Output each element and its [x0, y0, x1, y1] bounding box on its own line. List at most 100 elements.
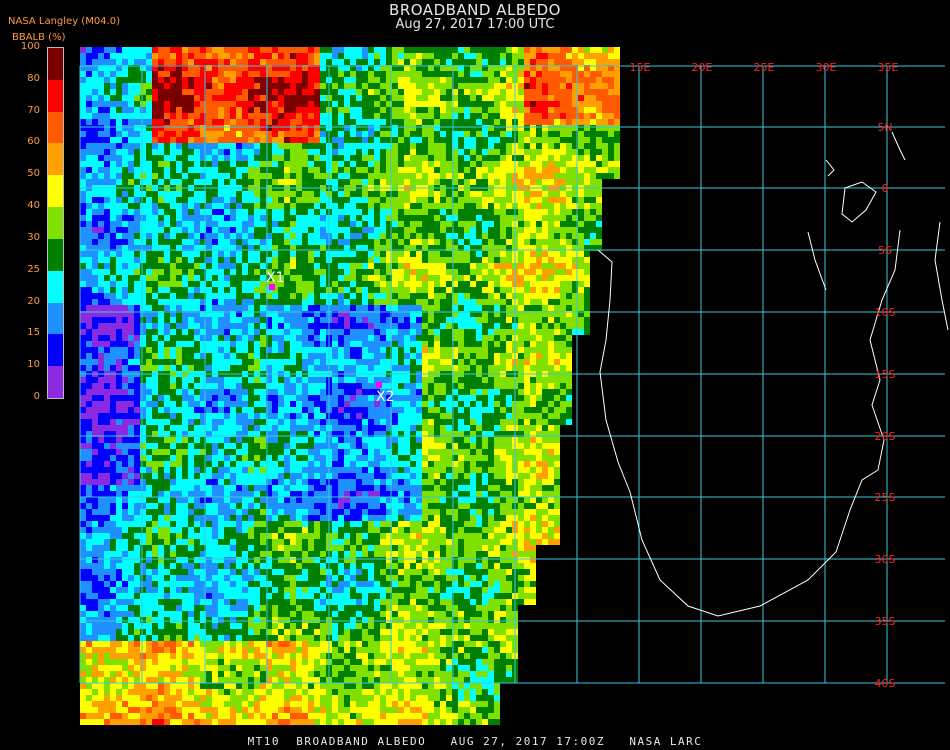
albedo-cell — [194, 125, 200, 131]
albedo-cell — [554, 59, 560, 65]
albedo-cell — [92, 197, 98, 203]
albedo-cell — [296, 203, 302, 209]
albedo-cell — [314, 281, 320, 287]
albedo-cell — [122, 389, 128, 395]
albedo-cell — [248, 269, 254, 275]
albedo-cell — [338, 119, 344, 125]
albedo-cell — [98, 335, 104, 341]
albedo-cell — [554, 191, 560, 197]
albedo-cell — [470, 149, 476, 155]
albedo-cell — [308, 341, 314, 347]
albedo-cell — [584, 191, 590, 197]
albedo-cell — [398, 107, 404, 113]
albedo-cell — [368, 251, 374, 257]
albedo-cell — [128, 269, 134, 275]
albedo-cell — [128, 281, 134, 287]
albedo-cell — [422, 83, 428, 89]
albedo-cell — [536, 125, 542, 131]
albedo-cell — [116, 305, 122, 311]
albedo-cell — [584, 53, 590, 59]
albedo-cell — [470, 383, 476, 389]
albedo-cell — [476, 323, 482, 329]
albedo-cell — [434, 323, 440, 329]
albedo-cell — [440, 143, 446, 149]
albedo-cell — [584, 59, 590, 65]
albedo-cell — [104, 341, 110, 347]
albedo-cell — [320, 227, 326, 233]
albedo-cell — [206, 377, 212, 383]
albedo-cell — [350, 161, 356, 167]
albedo-cell — [284, 155, 290, 161]
albedo-cell — [530, 323, 536, 329]
albedo-cell — [590, 161, 596, 167]
albedo-cell — [296, 317, 302, 323]
albedo-cell — [368, 287, 374, 293]
albedo-cell — [194, 143, 200, 149]
albedo-cell — [608, 167, 614, 173]
albedo-cell — [230, 293, 236, 299]
albedo-cell — [290, 305, 296, 311]
albedo-cell — [290, 83, 296, 89]
albedo-cell — [506, 347, 512, 353]
albedo-cell — [122, 251, 128, 257]
albedo-cell — [314, 377, 320, 383]
albedo-cell — [482, 329, 488, 335]
albedo-cell — [194, 71, 200, 77]
albedo-cell — [506, 323, 512, 329]
albedo-cell — [122, 233, 128, 239]
albedo-cell — [398, 251, 404, 257]
albedo-cell — [338, 257, 344, 263]
albedo-cell — [320, 71, 326, 77]
albedo-cell — [458, 275, 464, 281]
albedo-cell — [236, 275, 242, 281]
albedo-cell — [404, 269, 410, 275]
albedo-cell — [164, 107, 170, 113]
albedo-cell — [416, 197, 422, 203]
albedo-cell — [578, 137, 584, 143]
albedo-cell — [338, 167, 344, 173]
albedo-cell — [368, 329, 374, 335]
albedo-cell — [464, 119, 470, 125]
albedo-cell — [530, 293, 536, 299]
albedo-cell — [140, 167, 146, 173]
albedo-cell — [356, 95, 362, 101]
albedo-cell — [524, 95, 530, 101]
albedo-cell — [482, 239, 488, 245]
albedo-cell — [410, 131, 416, 137]
albedo-cell — [350, 179, 356, 185]
albedo-cell — [356, 293, 362, 299]
albedo-cell — [428, 215, 434, 221]
albedo-cell — [440, 323, 446, 329]
albedo-cell — [350, 251, 356, 257]
albedo-cell — [524, 293, 530, 299]
albedo-cell — [86, 59, 92, 65]
albedo-cell — [278, 263, 284, 269]
albedo-cell — [212, 299, 218, 305]
albedo-cell — [320, 263, 326, 269]
albedo-cell — [164, 341, 170, 347]
albedo-cell — [206, 239, 212, 245]
albedo-cell — [392, 377, 398, 383]
albedo-cell — [104, 215, 110, 221]
albedo-cell — [170, 113, 176, 119]
albedo-cell — [128, 155, 134, 161]
albedo-cell — [134, 275, 140, 281]
albedo-cell — [344, 113, 350, 119]
albedo-cell — [332, 137, 338, 143]
albedo-cell — [146, 377, 152, 383]
albedo-cell — [116, 323, 122, 329]
albedo-cell — [206, 83, 212, 89]
albedo-cell — [146, 131, 152, 137]
albedo-cell — [278, 155, 284, 161]
albedo-cell — [524, 77, 530, 83]
albedo-cell — [590, 137, 596, 143]
albedo-cell — [422, 95, 428, 101]
albedo-cell — [158, 221, 164, 227]
albedo-cell — [308, 281, 314, 287]
albedo-cell — [494, 83, 500, 89]
albedo-cell — [524, 329, 530, 335]
albedo-cell — [458, 71, 464, 77]
albedo-cell — [164, 263, 170, 269]
albedo-cell — [368, 125, 374, 131]
albedo-cell — [86, 239, 92, 245]
